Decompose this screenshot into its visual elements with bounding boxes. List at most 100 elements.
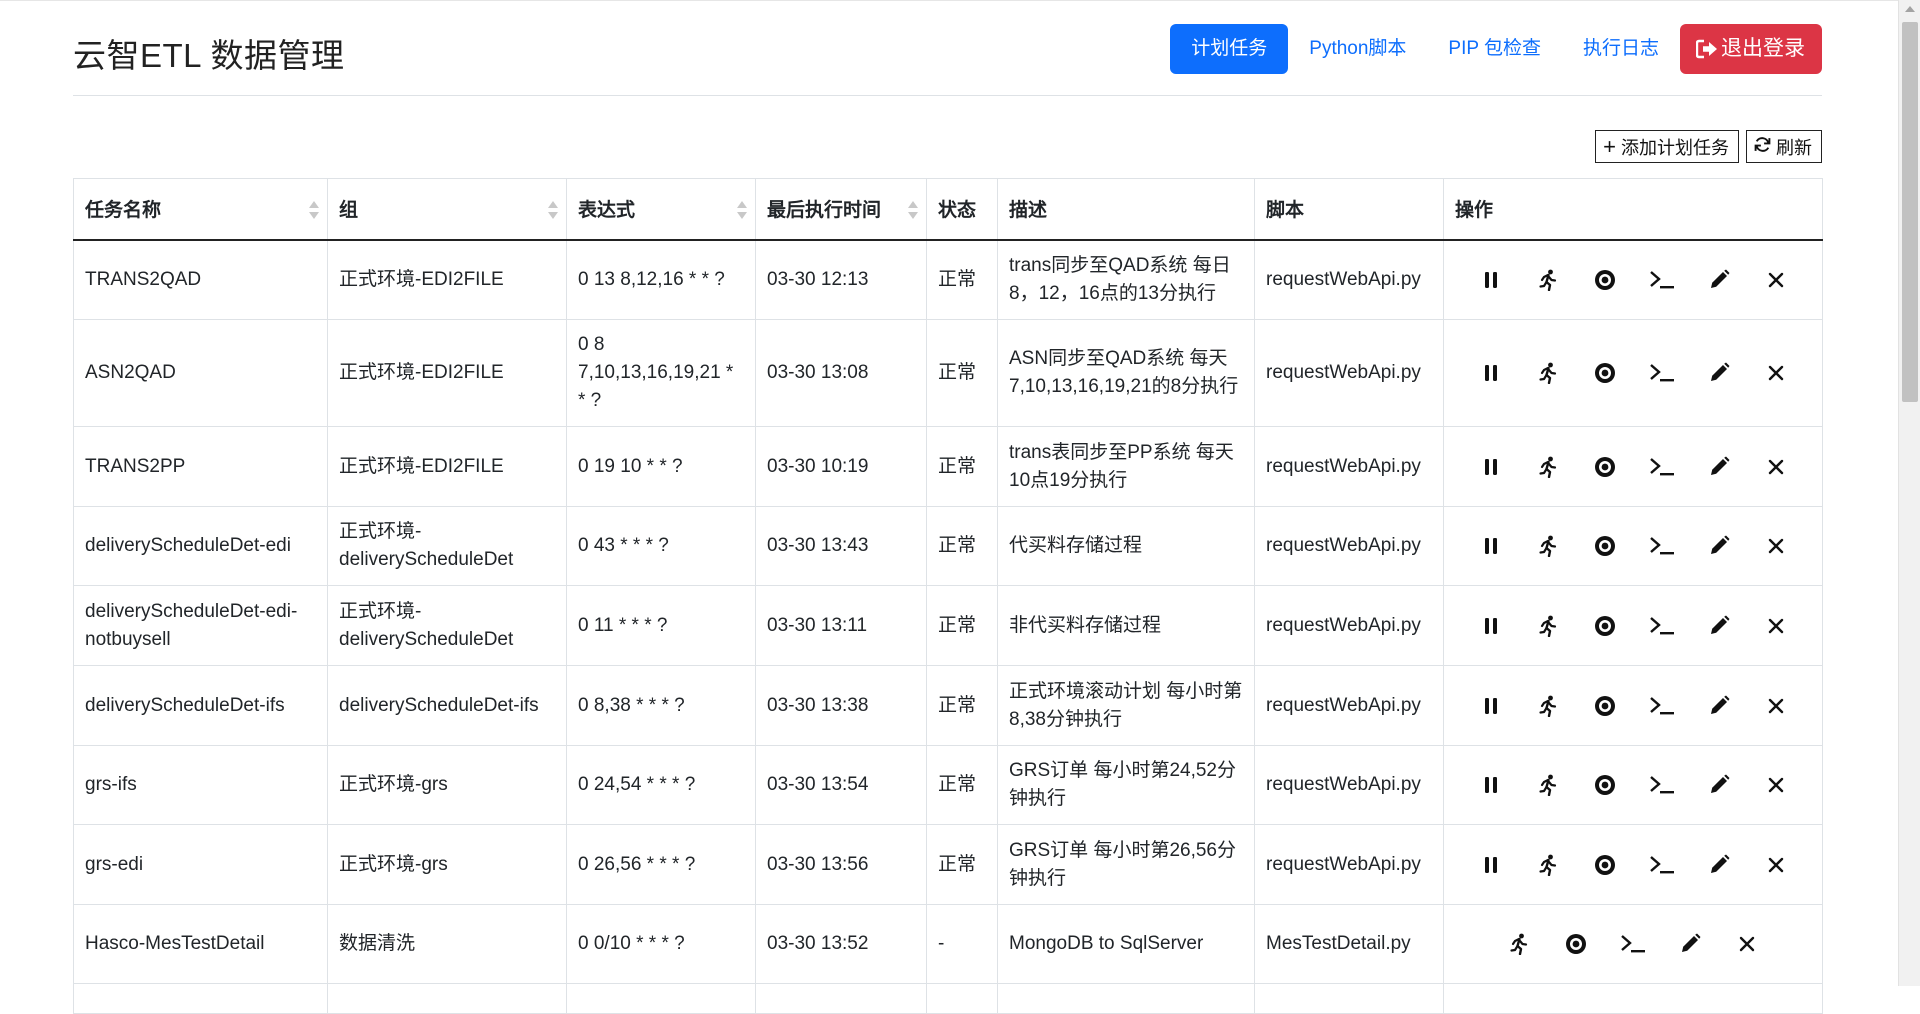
- cell-last-run: 03-30 13:08: [755, 319, 927, 427]
- cell-task-name: deliveryScheduleDet-ifs: [73, 665, 328, 746]
- nav-execution-log[interactable]: 执行日志: [1562, 24, 1680, 74]
- pencil-icon[interactable]: [1690, 611, 1747, 641]
- close-icon[interactable]: [1747, 265, 1804, 295]
- col-header-group[interactable]: 组: [327, 178, 567, 241]
- close-icon[interactable]: [1719, 929, 1776, 959]
- running-person-icon[interactable]: [1519, 850, 1576, 880]
- nav-pip-check[interactable]: PIP 包检查: [1427, 24, 1562, 74]
- pause-icon[interactable]: [1462, 265, 1519, 295]
- target-icon[interactable]: [1576, 452, 1633, 482]
- nav-scheduled-tasks[interactable]: 计划任务: [1170, 24, 1289, 74]
- target-icon[interactable]: [1576, 358, 1633, 388]
- logout-arrow-icon: [1696, 39, 1718, 59]
- pause-icon[interactable]: [1462, 358, 1519, 388]
- refresh-button[interactable]: 刷新: [1746, 130, 1822, 163]
- scroll-thumb[interactable]: [1902, 22, 1918, 402]
- cell-expression: 0 24,54 * * * ?: [566, 745, 756, 825]
- pause-icon[interactable]: [1462, 691, 1519, 721]
- cell-last-run: 03-30 13:54: [755, 745, 927, 825]
- target-icon[interactable]: [1576, 265, 1633, 295]
- vertical-scrollbar[interactable]: [1898, 0, 1920, 986]
- pencil-icon[interactable]: [1690, 691, 1747, 721]
- cell-expression: 0 8,38 * * * ?: [566, 665, 756, 746]
- col-header-actions: 操作: [1443, 178, 1823, 241]
- tasks-table: 任务名称 组 表达式 最后执行时间 状态 描述 脚本 操作 TRANS2QAD 正…: [73, 178, 1823, 1014]
- close-icon[interactable]: [1747, 770, 1804, 800]
- terminal-icon[interactable]: [1633, 531, 1690, 561]
- pencil-icon[interactable]: [1690, 265, 1747, 295]
- target-icon[interactable]: [1576, 531, 1633, 561]
- close-icon[interactable]: [1747, 358, 1804, 388]
- terminal-icon[interactable]: [1633, 770, 1690, 800]
- cell-status: 正常: [926, 745, 998, 825]
- running-person-icon[interactable]: [1519, 770, 1576, 800]
- cell-expression: 0 13 8,12,16 * * ?: [566, 239, 756, 320]
- pause-icon[interactable]: [1462, 452, 1519, 482]
- nav-python-scripts[interactable]: Python脚本: [1288, 24, 1427, 74]
- row-actions: [1455, 358, 1811, 388]
- running-person-icon[interactable]: [1519, 531, 1576, 561]
- scroll-up-arrow-icon[interactable]: [1905, 6, 1915, 12]
- cell-last-run: [755, 983, 927, 1014]
- cell-script: requestWebApi.py: [1254, 745, 1444, 825]
- close-icon[interactable]: [1747, 531, 1804, 561]
- pause-icon[interactable]: [1462, 531, 1519, 561]
- pause-icon[interactable]: [1462, 770, 1519, 800]
- cell-status: 正常: [926, 665, 998, 746]
- cell-description: trans表同步至PP系统 每天10点19分执行: [997, 426, 1255, 507]
- cell-status: 正常: [926, 319, 998, 427]
- target-icon[interactable]: [1548, 929, 1605, 959]
- pause-icon[interactable]: [1462, 611, 1519, 641]
- pencil-icon[interactable]: [1690, 531, 1747, 561]
- running-person-icon[interactable]: [1519, 265, 1576, 295]
- target-icon[interactable]: [1576, 770, 1633, 800]
- running-person-icon[interactable]: [1519, 611, 1576, 641]
- logout-button[interactable]: 退出登录: [1680, 24, 1822, 74]
- cell-script: requestWebApi.py: [1254, 585, 1444, 666]
- cell-group: 正式环境-grs: [327, 745, 567, 825]
- pencil-icon[interactable]: [1690, 358, 1747, 388]
- target-icon[interactable]: [1576, 850, 1633, 880]
- cell-group: 正式环境-EDI2FILE: [327, 239, 567, 320]
- cell-group: 正式环境-grs: [327, 824, 567, 905]
- terminal-icon[interactable]: [1633, 691, 1690, 721]
- target-icon[interactable]: [1576, 611, 1633, 641]
- pencil-icon[interactable]: [1690, 452, 1747, 482]
- pause-icon[interactable]: [1462, 850, 1519, 880]
- close-icon[interactable]: [1747, 850, 1804, 880]
- col-header-expression[interactable]: 表达式: [566, 178, 756, 241]
- pencil-icon[interactable]: [1662, 929, 1719, 959]
- close-icon[interactable]: [1747, 452, 1804, 482]
- add-task-button[interactable]: + 添加计划任务: [1595, 130, 1739, 163]
- col-header-last-run[interactable]: 最后执行时间: [755, 178, 927, 241]
- terminal-icon[interactable]: [1633, 452, 1690, 482]
- app-title: 云智ETL 数据管理: [73, 37, 345, 74]
- running-person-icon[interactable]: [1491, 929, 1548, 959]
- cell-actions: [1443, 745, 1823, 825]
- running-person-icon[interactable]: [1519, 691, 1576, 721]
- pencil-icon[interactable]: [1690, 850, 1747, 880]
- cell-task-name: deliveryScheduleDet-edi: [73, 506, 328, 586]
- cell-last-run: 03-30 13:11: [755, 585, 927, 666]
- col-header-label: 组: [339, 200, 359, 222]
- col-header-status: 状态: [926, 178, 998, 241]
- col-header-name[interactable]: 任务名称: [73, 178, 328, 241]
- target-icon[interactable]: [1576, 691, 1633, 721]
- running-person-icon[interactable]: [1519, 358, 1576, 388]
- terminal-icon[interactable]: [1633, 358, 1690, 388]
- terminal-icon[interactable]: [1633, 611, 1690, 641]
- table-row: grs-ifs 正式环境-grs 0 24,54 * * * ? 03-30 13:5…: [73, 745, 1823, 825]
- cell-last-run: 03-30 10:19: [755, 426, 927, 507]
- close-icon[interactable]: [1747, 691, 1804, 721]
- cell-task-name: [73, 983, 328, 1014]
- main-container: 云智ETL 数据管理 计划任务 Python脚本 PIP 包检查 执行日志 退出…: [73, 1, 1823, 1014]
- terminal-icon[interactable]: [1633, 850, 1690, 880]
- terminal-icon[interactable]: [1633, 265, 1690, 295]
- cell-task-name: grs-ifs: [73, 745, 328, 825]
- running-person-icon[interactable]: [1519, 452, 1576, 482]
- cell-group: [327, 983, 567, 1014]
- terminal-icon[interactable]: [1605, 929, 1662, 959]
- pencil-icon[interactable]: [1690, 770, 1747, 800]
- table-row: deliveryScheduleDet-edi-notbuysell 正式环境-d…: [73, 585, 1823, 666]
- close-icon[interactable]: [1747, 611, 1804, 641]
